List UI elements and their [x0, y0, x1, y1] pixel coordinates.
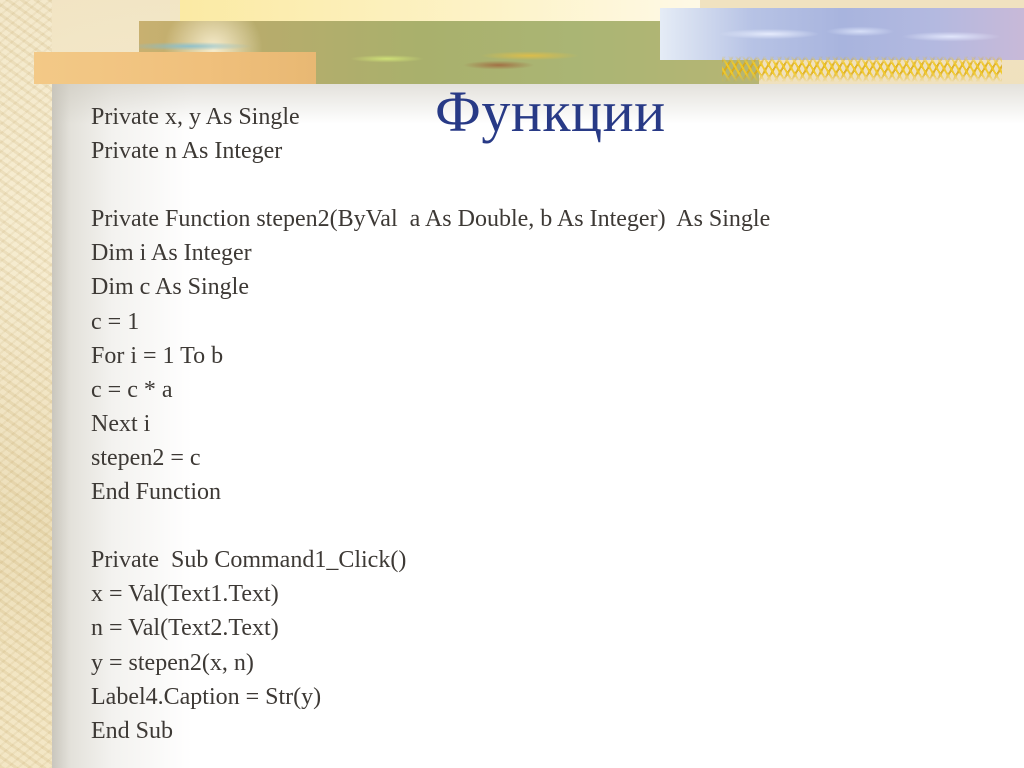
code-line: Dim c As Single — [91, 274, 250, 301]
banner-cream-strip — [180, 0, 700, 22]
code-line: Label4.Caption = Str(y) — [91, 683, 322, 710]
code-line: Private n As Integer — [91, 138, 283, 165]
code-line: stepen2 = c — [91, 444, 201, 471]
parchment-texture — [0, 0, 52, 768]
banner-orange-strip — [34, 52, 316, 84]
code-line: Next i — [91, 410, 151, 437]
code-line: c = 1 — [91, 308, 140, 335]
code-listing: Private x, y As Single Private n As Inte… — [91, 100, 770, 748]
code-line: End Function — [91, 479, 221, 506]
code-line: x = Val(Text1.Text) — [91, 581, 279, 608]
banner-wheat-image — [722, 56, 1002, 82]
code-line: For i = 1 To b — [91, 342, 224, 369]
code-line: End Sub — [91, 717, 174, 744]
code-line: y = stepen2(x, n) — [91, 649, 254, 676]
code-line: Private Function stepen2(ByVal a As Doub… — [91, 206, 771, 233]
code-line: Dim i As Integer — [91, 240, 252, 267]
code-line: c = c * a — [91, 376, 173, 403]
code-line: Private Sub Command1_Click() — [91, 547, 407, 574]
code-line: Private x, y As Single — [91, 104, 300, 130]
code-line: n = Val(Text2.Text) — [91, 615, 279, 642]
banner-flowers-image — [660, 8, 1024, 60]
